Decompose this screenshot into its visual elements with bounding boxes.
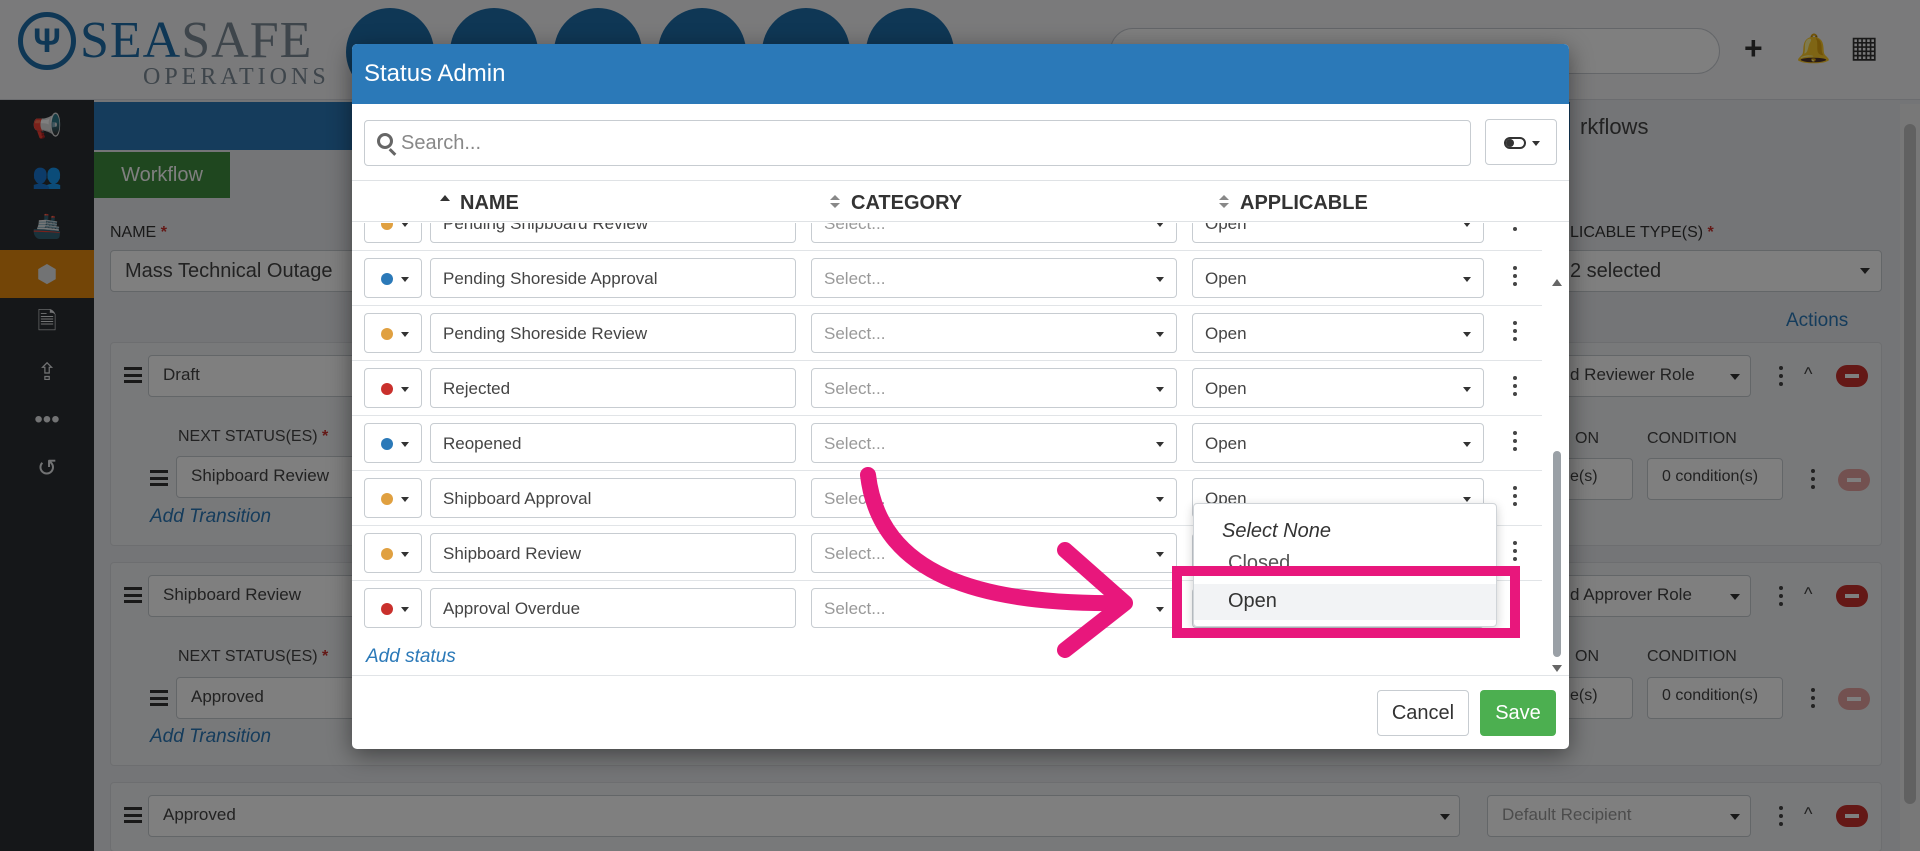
color-dot-icon [381,273,393,285]
sort-asc-icon[interactable] [440,195,450,201]
color-dot-icon [381,223,393,230]
column-header-row: NAME CATEGORY APPLICABLE [352,180,1569,222]
status-row: Pending Shipboard Review Select... Open [352,223,1542,251]
scroll-down-icon[interactable] [1552,665,1562,672]
save-button[interactable]: Save [1480,690,1556,736]
column-applicable[interactable]: APPLICABLE [1240,192,1368,215]
color-dot-icon [381,493,393,505]
applicable-select[interactable]: Open [1192,423,1484,463]
color-dot-icon [381,438,393,450]
select-none-option[interactable]: Select None [1194,514,1496,550]
status-name-input[interactable]: Pending Shipboard Review [430,223,796,243]
color-picker-button[interactable] [364,258,422,298]
color-picker-button[interactable] [364,423,422,463]
status-name-input[interactable]: Pending Shoreside Approval [430,258,796,298]
color-picker-button[interactable] [364,368,422,408]
category-select[interactable]: Select... [811,223,1177,243]
color-dot-icon [381,328,393,340]
kebab-menu-icon[interactable] [1513,223,1519,233]
category-select[interactable]: Select... [811,258,1177,298]
color-picker-button[interactable] [364,478,422,518]
annotation-arrow-icon [860,467,1133,658]
status-name-input[interactable]: Pending Shoreside Review [430,313,796,353]
chevron-down-icon [401,607,409,612]
status-name-input[interactable]: Shipboard Review [430,533,796,573]
kebab-menu-icon[interactable] [1513,266,1519,288]
footer-divider [352,675,1569,676]
search-placeholder: Search... [401,132,482,154]
chevron-down-icon [401,387,409,392]
chevron-down-icon [401,277,409,282]
kebab-menu-icon[interactable] [1513,321,1519,343]
color-picker-button[interactable] [364,223,422,243]
kebab-menu-icon[interactable] [1513,376,1519,398]
chevron-down-icon [401,497,409,502]
kebab-menu-icon[interactable] [1513,486,1519,508]
status-name-input[interactable]: Approval Overdue [430,588,796,628]
cancel-button[interactable]: Cancel [1377,690,1469,736]
chevron-down-icon [1532,141,1540,146]
status-row: Pending Shoreside Approval Select... Ope… [352,251,1542,306]
highlight-box [1172,566,1520,638]
color-dot-icon [381,383,393,395]
kebab-menu-icon[interactable] [1513,431,1519,453]
modal-scrollbar[interactable] [1550,231,1564,672]
category-select[interactable]: Select... [811,368,1177,408]
status-name-input[interactable]: Reopened [430,423,796,463]
modal-title: Status Admin [352,44,1569,104]
color-picker-button[interactable] [364,533,422,573]
applicable-select[interactable]: Open [1192,258,1484,298]
applicable-select[interactable]: Open [1192,368,1484,408]
sort-icon[interactable] [1219,195,1229,209]
chevron-down-icon [401,332,409,337]
applicable-select[interactable]: Open [1192,223,1484,243]
color-picker-button[interactable] [364,588,422,628]
kebab-menu-icon[interactable] [1513,541,1519,563]
color-picker-button[interactable] [364,313,422,353]
chevron-down-icon [401,552,409,557]
status-name-input[interactable]: Rejected [430,368,796,408]
status-row: Pending Shoreside Review Select... Open [352,306,1542,361]
applicable-select[interactable]: Open [1192,313,1484,353]
color-dot-icon [381,548,393,560]
column-name[interactable]: NAME [460,192,519,215]
sort-icon[interactable] [830,195,840,209]
column-category[interactable]: CATEGORY [851,192,962,215]
toggle-icon [1504,137,1526,149]
chevron-down-icon [401,442,409,447]
search-icon [377,133,393,149]
scroll-up-icon[interactable] [1552,279,1562,286]
modal-scroll-thumb[interactable] [1553,451,1561,657]
chevron-down-icon [401,223,409,227]
status-search-input[interactable]: Search... [364,120,1471,166]
toggle-filter-button[interactable] [1485,119,1557,165]
category-select[interactable]: Select... [811,313,1177,353]
status-row: Rejected Select... Open [352,361,1542,416]
status-name-input[interactable]: Shipboard Approval [430,478,796,518]
color-dot-icon [381,603,393,615]
add-status-link[interactable]: Add status [366,646,456,668]
